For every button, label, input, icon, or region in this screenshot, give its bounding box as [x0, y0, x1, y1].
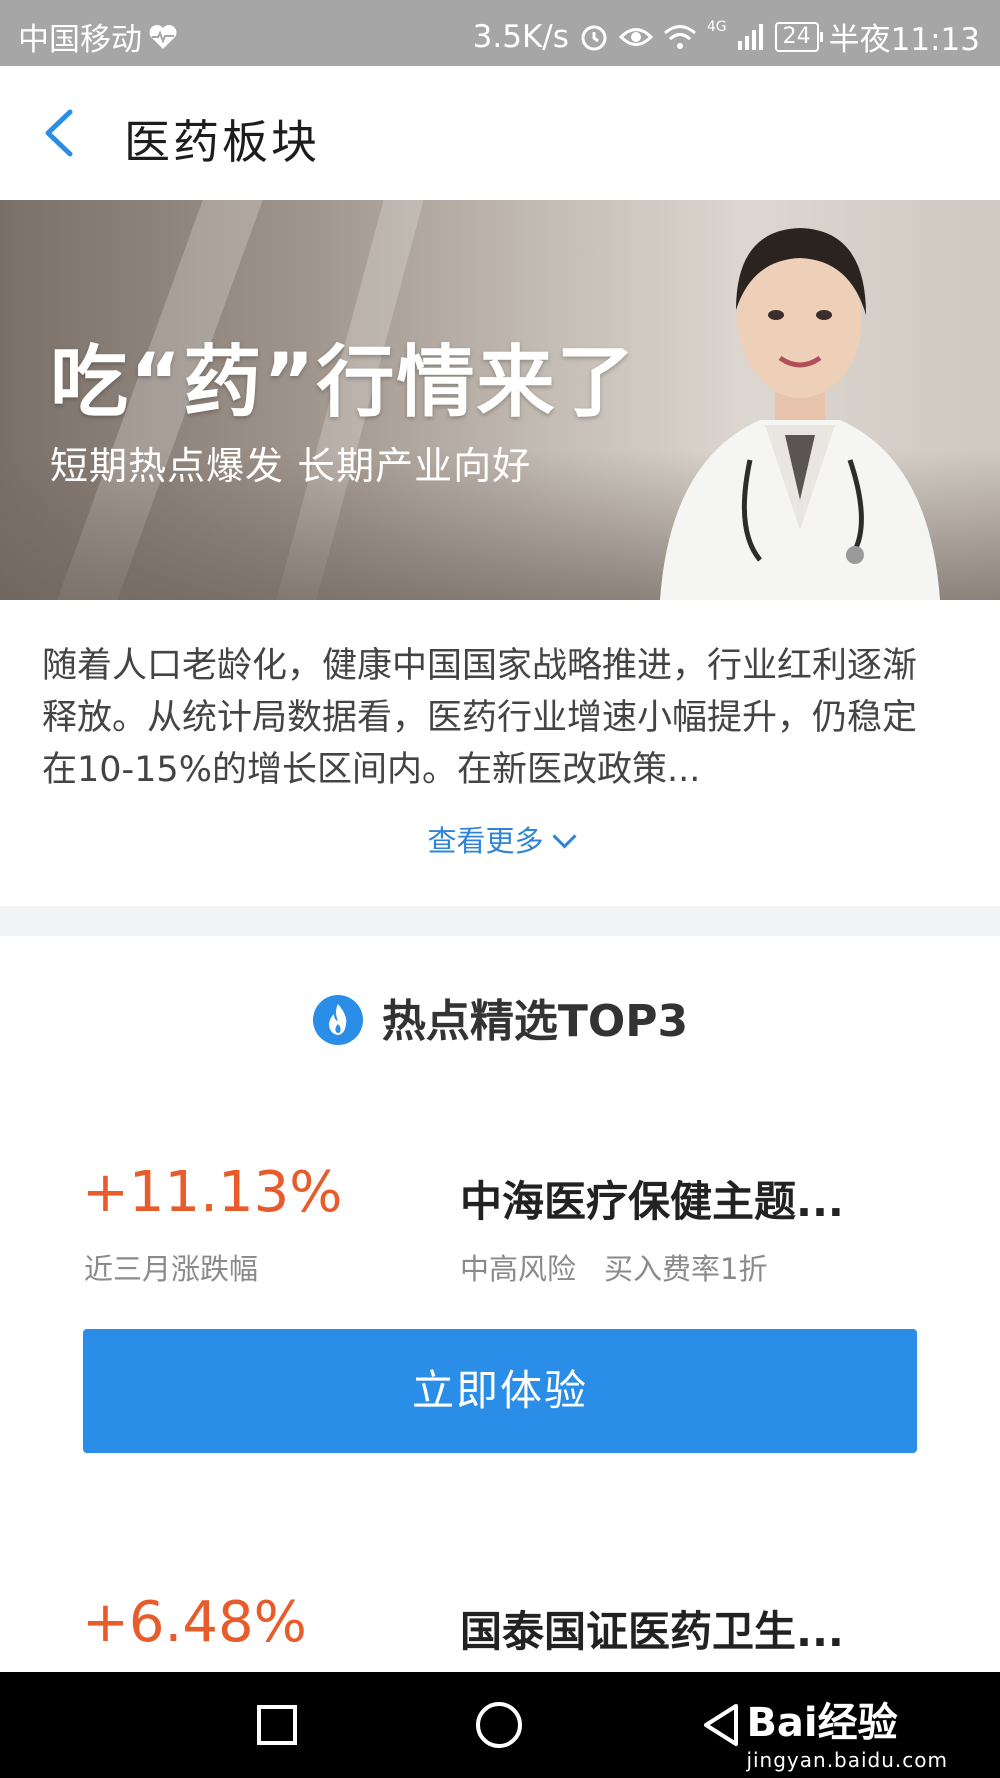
- try-now-button[interactable]: 立即体验: [83, 1329, 917, 1453]
- baidu-jingyan-watermark: Bai经验 jingyan.baidu.com: [746, 1690, 948, 1772]
- back-triangle-icon[interactable]: [696, 1700, 746, 1750]
- flame-icon: [312, 995, 363, 1045]
- chevron-down-icon: [551, 824, 577, 849]
- network-speed: 3.5K/s: [472, 18, 569, 55]
- eye-icon: [618, 27, 653, 46]
- fund-name[interactable]: 国泰国证医药卫生...: [460, 1598, 844, 1659]
- watermark-url: jingyan.baidu.com: [746, 1748, 948, 1772]
- section-divider: [0, 906, 1000, 936]
- banner-title: 吃“药”行情来了: [50, 338, 637, 428]
- hot-section-title: 热点精选TOP3: [381, 996, 689, 1047]
- fund-risk: 中高风险: [460, 1252, 577, 1286]
- page-title: 医药板块: [124, 115, 320, 169]
- fund-change: +11.13%: [82, 1160, 343, 1225]
- view-more-link[interactable]: 查看更多: [0, 818, 1000, 860]
- fund-meta: 中高风险 买入费率1折: [460, 1246, 767, 1288]
- intro-text: 随着人口老龄化，健康中国国家战略推进，行业红利逐渐释放。从统计局数据看，医药行业…: [42, 646, 918, 790]
- network-type: 4G: [706, 18, 727, 35]
- doctor-illustration: [660, 228, 940, 600]
- recent-apps-icon[interactable]: [252, 1700, 302, 1750]
- banner-subtitle: 短期热点爆发 长期产业向好: [50, 444, 532, 488]
- clock: 半夜11:13: [828, 22, 980, 58]
- fund-change: +6.48%: [82, 1590, 307, 1655]
- carrier-label: 中国移动: [18, 22, 142, 58]
- signal-icon: [737, 23, 763, 50]
- fund-fee: 买入费率1折: [604, 1252, 768, 1286]
- heart-rate-icon: [149, 24, 177, 49]
- promo-banner[interactable]: 吃“药”行情来了 短期热点爆发 长期产业向好: [0, 200, 1000, 600]
- status-bar: 中国移动 3.5K/s 4G 24 半夜11:13: [0, 0, 1000, 66]
- wifi-icon: [663, 24, 696, 49]
- fund-change-label: 近三月涨跌幅: [84, 1252, 259, 1286]
- system-nav-bar: Bai经验 jingyan.baidu.com: [0, 1672, 1000, 1778]
- header: 医药板块: [0, 66, 1000, 200]
- battery-icon: 24: [774, 21, 823, 52]
- alarm-icon: [581, 25, 607, 50]
- watermark-brand: Bai经验: [746, 1700, 898, 1746]
- fund-name[interactable]: 中海医疗保健主题...: [460, 1168, 844, 1229]
- hot-section-header: 热点精选TOP3: [0, 985, 1000, 1050]
- view-more-label: 查看更多: [427, 824, 544, 858]
- back-arrow-icon[interactable]: [38, 106, 82, 160]
- home-icon[interactable]: [472, 1698, 526, 1752]
